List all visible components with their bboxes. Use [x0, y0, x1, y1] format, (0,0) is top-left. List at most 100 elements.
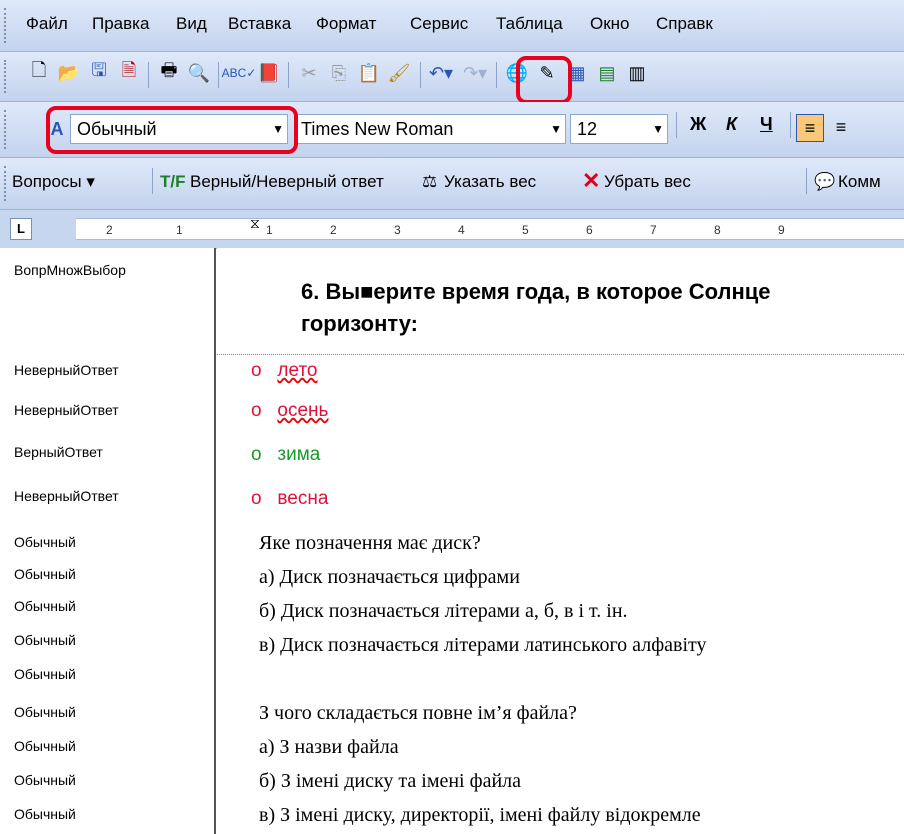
style-name[interactable]: Обычный	[14, 772, 76, 788]
new-document-icon[interactable]: 🗋	[26, 60, 52, 86]
format-painter-icon[interactable]: 🖌	[386, 60, 412, 86]
separator	[496, 62, 497, 88]
undo-icon[interactable]: ↶▾	[428, 60, 454, 86]
scales-icon: ⚖	[422, 172, 438, 191]
ruler-tick: 9	[778, 223, 785, 237]
print-preview-icon[interactable]: 🔍	[186, 60, 212, 86]
ruler[interactable]: L 2 1 1 2 3 4 5 6 7 8 9 ⧖	[0, 210, 904, 249]
style-name[interactable]: ВерныйОтвет	[14, 444, 103, 460]
comment-button[interactable]: Комм	[838, 172, 881, 192]
toolbar-grip[interactable]	[4, 8, 9, 43]
correct-incorrect-button[interactable]: Верный/Неверный ответ	[190, 172, 384, 192]
menu-help[interactable]: Справк	[656, 14, 713, 34]
text-line: а) Диск позначається цифрами	[259, 566, 520, 588]
align-left-icon[interactable]: ≡	[796, 114, 824, 142]
permission-icon[interactable]: 🗎	[116, 60, 142, 86]
menu-edit[interactable]: Правка	[92, 14, 149, 34]
style-name[interactable]: ВопрМножВыбор	[14, 262, 126, 278]
text-line: Яке позначення має диск?	[259, 532, 481, 554]
ruler-tick: 1	[176, 223, 183, 237]
separator	[806, 168, 807, 194]
questions-menu[interactable]: Вопросы ▾	[12, 172, 95, 192]
copy-icon[interactable]: ⎘	[326, 60, 352, 86]
font-size-combo[interactable]: 12 ▼	[570, 114, 668, 144]
text-line: б) Диск позначається літерами а, б, в і …	[259, 600, 628, 622]
toolbar-grip[interactable]	[4, 166, 9, 201]
style-name[interactable]: НеверныйОтвет	[14, 488, 119, 504]
underline-button[interactable]: Ч	[760, 114, 773, 135]
redo-icon[interactable]: ↷▾	[462, 60, 488, 86]
answer-option: о зима	[251, 444, 321, 465]
answer-option: о весна	[251, 488, 329, 509]
remove-icon: ✕	[582, 168, 601, 193]
question-heading: 6. Вы■ерите время года, в которое Солнце…	[301, 276, 771, 340]
ruler-tick: 8	[714, 223, 721, 237]
text-line: в) Диск позначається літерами латинськог…	[259, 634, 707, 656]
ruler-tick: 2	[330, 223, 337, 237]
print-icon[interactable]: 🖶	[156, 60, 182, 86]
bold-button[interactable]: Ж	[690, 114, 706, 135]
menu-format[interactable]: Формат	[316, 14, 376, 34]
paste-icon[interactable]: 📋	[356, 60, 382, 86]
indent-marker[interactable]: ⧖	[250, 215, 260, 232]
columns-icon[interactable]: ▥	[624, 60, 650, 86]
document-area[interactable]: 6. Вы■ерите время года, в которое Солнце…	[217, 248, 904, 834]
chevron-down-icon[interactable]: ▼	[550, 115, 562, 143]
tab-selector[interactable]: L	[10, 218, 32, 240]
style-name[interactable]: НеверныйОтвет	[14, 362, 119, 378]
remove-weight-button[interactable]: Убрать вес	[604, 172, 691, 192]
style-combo-highlight	[46, 106, 298, 154]
comment-icon: 💬	[814, 172, 836, 191]
italic-button[interactable]: К	[726, 114, 737, 135]
separator	[218, 62, 219, 88]
align-center-icon[interactable]: ≡	[828, 114, 854, 140]
standard-toolbar: 🗋 📂 🖫 🗎 🖶 🔍 ABC✓ 📕 ✂ ⎘ 📋 🖌 ↶▾ ↷▾ 🌐 ✎ ▦ ▤…	[0, 52, 904, 102]
text-line: в) З імені диску, директорії, імені файл…	[259, 804, 701, 826]
menu-view[interactable]: Вид	[176, 14, 207, 34]
separator	[676, 112, 677, 138]
insert-excel-icon[interactable]: ▤	[594, 60, 620, 86]
font-size-value: 12	[577, 119, 598, 139]
ruler-strip: 2 1 1 2 3 4 5 6 7 8 9 ⧖	[76, 215, 904, 240]
ruler-tick: 1	[266, 223, 273, 237]
style-name[interactable]: Обычный	[14, 534, 76, 550]
answer-option: о лето	[251, 360, 318, 381]
style-area-pane: ВопрМножВыбор НеверныйОтвет НеверныйОтве…	[0, 248, 216, 834]
style-name[interactable]: Обычный	[14, 566, 76, 582]
chevron-down-icon[interactable]: ▼	[652, 115, 664, 143]
answer-option: о осень	[251, 400, 329, 421]
ruler-tick: 4	[458, 223, 465, 237]
style-name[interactable]: Обычный	[14, 598, 76, 614]
set-weight-button[interactable]: Указать вес	[444, 172, 536, 192]
section-divider	[217, 354, 904, 355]
text-line: а) З назви файла	[259, 736, 399, 758]
style-name[interactable]: НеверныйОтвет	[14, 402, 119, 418]
ruler-tick: 5	[522, 223, 529, 237]
research-icon[interactable]: 📕	[256, 60, 282, 86]
menu-insert[interactable]: Вставка	[228, 14, 291, 34]
text-line: б) З імені диску та імені файла	[259, 770, 522, 792]
font-combo[interactable]: Times New Roman ▼	[294, 114, 566, 144]
menu-file[interactable]: Файл	[26, 14, 68, 34]
style-name[interactable]: Обычный	[14, 632, 76, 648]
style-name[interactable]: Обычный	[14, 704, 76, 720]
toolbar-grip[interactable]	[4, 60, 9, 93]
separator	[152, 168, 153, 194]
spelling-icon[interactable]: ABC✓	[222, 60, 257, 86]
toolbar-grip[interactable]	[4, 110, 9, 149]
open-folder-icon[interactable]: 📂	[56, 60, 82, 86]
menu-tools[interactable]: Сервис	[410, 14, 468, 34]
cut-icon[interactable]: ✂	[296, 60, 322, 86]
correct-incorrect-icon: T/F	[160, 172, 186, 191]
style-name[interactable]: Обычный	[14, 806, 76, 822]
question-line: горизонту:	[301, 311, 418, 336]
separator	[420, 62, 421, 88]
style-name[interactable]: Обычный	[14, 738, 76, 754]
menu-window[interactable]: Окно	[590, 14, 630, 34]
ruler-tick: 6	[586, 223, 593, 237]
text-line: З чого складається повне ім’я файла?	[259, 702, 577, 724]
menu-table[interactable]: Таблица	[496, 14, 563, 34]
style-name[interactable]: Обычный	[14, 666, 76, 682]
separator	[288, 62, 289, 88]
save-icon[interactable]: 🖫	[86, 60, 112, 86]
